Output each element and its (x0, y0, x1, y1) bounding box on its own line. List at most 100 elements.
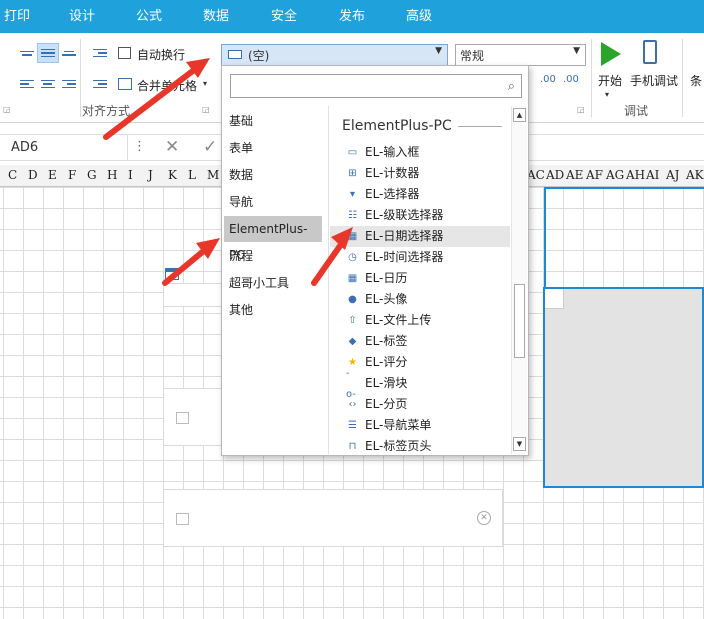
number-format-select[interactable]: 常规 ▼ (455, 44, 586, 66)
section-title: ElementPlus-PC (342, 118, 452, 134)
control-item[interactable]: ⇧ EL-文件上传 (330, 310, 510, 331)
scroll-down-icon[interactable]: ▼ (513, 437, 526, 451)
decimal-increase-icon[interactable]: .00 (563, 74, 579, 85)
category-form[interactable]: 表单 (224, 135, 322, 161)
control-item[interactable]: ▭ EL-输入框 (330, 142, 510, 163)
column-selection-marker (544, 187, 546, 287)
control-search-input[interactable]: ⌕ (230, 74, 522, 98)
menu-publish[interactable]: 发布 (335, 0, 369, 33)
control-item[interactable]: ⊓ EL-标签页头 (330, 436, 510, 456)
column-header[interactable]: AH (626, 168, 645, 182)
wrap-text-button[interactable]: 自动换行 (137, 46, 185, 63)
menu-formula[interactable]: 公式 (132, 0, 166, 33)
menu-data[interactable]: 数据 (199, 0, 233, 33)
column-header[interactable]: E (48, 168, 57, 182)
control-item-date-picker[interactable]: ▦ EL-日期选择器 (330, 226, 510, 247)
chevron-down-icon[interactable]: ▾ (203, 79, 207, 88)
clear-icon[interactable]: ✕ (477, 511, 491, 525)
pagination-icon: ‹› (348, 399, 357, 410)
column-header[interactable]: F (68, 168, 76, 182)
control-item-list: ▭ EL-输入框 ⊞ EL-计数器 ▾ EL-选择器 ☷ EL-级联选择器 ▦ EL-日期… (328, 142, 512, 456)
menu-print[interactable]: 打印 (0, 0, 34, 33)
menu-design[interactable]: 设计 (65, 0, 99, 33)
date-picker-control[interactable] (163, 388, 223, 446)
control-item-label: EL-日历 (365, 271, 408, 285)
align-center-button[interactable] (37, 74, 59, 94)
start-button[interactable]: 开始 (598, 72, 622, 89)
category-data[interactable]: 数据 (224, 162, 322, 188)
category-basic[interactable]: 基础 (224, 108, 322, 134)
placed-control[interactable] (163, 283, 223, 307)
align-middle-button[interactable] (37, 43, 59, 63)
category-tools[interactable]: 超哥小工具 (224, 270, 322, 296)
mobile-debug-button[interactable]: 手机调试 (630, 72, 678, 89)
control-item[interactable]: ▾ EL-选择器 (330, 184, 510, 205)
date-picker-control[interactable]: ✕ (163, 489, 503, 547)
confirm-icon[interactable]: ✓ (203, 137, 217, 157)
indent-decrease-icon[interactable] (89, 43, 111, 63)
control-item[interactable]: ◆ EL-标签 (330, 331, 510, 352)
column-header[interactable]: AJ (666, 168, 679, 182)
control-item[interactable]: ⊞ EL-计数器 (330, 163, 510, 184)
scroll-up-icon[interactable]: ▲ (513, 108, 526, 122)
group-corner-icon[interactable]: ◲ (577, 105, 585, 114)
align-right-button[interactable] (58, 74, 80, 94)
column-header[interactable]: G (87, 168, 97, 182)
control-item-label: EL-输入框 (365, 145, 420, 159)
column-header[interactable]: K (168, 168, 177, 182)
control-item[interactable]: -o- EL-滑块 (330, 368, 510, 400)
active-cell[interactable] (545, 289, 564, 309)
textbox-icon (228, 50, 242, 59)
column-header[interactable]: D (28, 168, 38, 182)
input-icon: ▭ (347, 147, 358, 158)
debug-group-label: 调试 (624, 104, 649, 118)
chevron-down-icon[interactable]: ▾ (605, 90, 609, 99)
column-header[interactable]: AC (527, 168, 545, 182)
control-item[interactable]: ● EL-头像 (330, 289, 510, 310)
control-item-label: EL-时间选择器 (365, 250, 444, 264)
align-top-button[interactable] (16, 43, 38, 63)
column-header[interactable]: AI (646, 168, 659, 182)
column-header[interactable]: J (148, 168, 153, 182)
control-type-select[interactable]: (空) ▼ (221, 44, 448, 66)
column-header[interactable]: C (8, 168, 17, 182)
control-item[interactable]: ▦ EL-日历 (330, 268, 510, 289)
column-header[interactable]: L (188, 168, 196, 182)
control-type-value: (空) (248, 49, 270, 63)
condition-button-cut[interactable]: 条 (690, 72, 702, 89)
control-item[interactable]: ☰ EL-导航菜单 (330, 415, 510, 436)
group-corner-icon[interactable]: ◲ (3, 105, 11, 114)
selected-range[interactable] (543, 287, 704, 488)
category-navigation[interactable]: 导航 (224, 189, 322, 215)
control-item-label: EL-日期选择器 (365, 229, 444, 243)
group-corner-icon[interactable]: ◲ (202, 105, 210, 114)
vertical-scrollbar[interactable]: ▲ ▼ (511, 106, 527, 454)
control-item-label: EL-级联选择器 (365, 208, 444, 222)
align-left-button[interactable] (16, 74, 38, 94)
column-header[interactable]: AE (566, 168, 583, 182)
spreadsheet-designer-window: 打印 设计 公式 数据 安全 发布 高级 自动换行 合并单元格 ▾ 对齐方式 ◲… (0, 0, 704, 619)
scroll-thumb[interactable] (514, 284, 525, 358)
merge-cells-button[interactable]: 合并单元格 (137, 77, 200, 94)
cancel-icon[interactable]: ✕ (165, 137, 179, 157)
column-header[interactable]: AF (586, 168, 603, 182)
column-header[interactable]: AD (546, 168, 564, 182)
category-other[interactable]: 其他 (224, 297, 322, 323)
more-options-icon[interactable]: ⋮ (133, 139, 146, 154)
align-bottom-button[interactable] (58, 43, 80, 63)
column-header[interactable]: AK (686, 168, 704, 182)
column-header[interactable]: AG (606, 168, 624, 182)
decimal-decrease-icon[interactable]: .00 (540, 74, 556, 85)
menu-security[interactable]: 安全 (267, 0, 301, 33)
column-header[interactable]: I (128, 168, 133, 182)
menu-advanced[interactable]: 高级 (402, 0, 436, 33)
column-header[interactable]: H (107, 168, 117, 182)
name-box[interactable]: AD6 (0, 135, 128, 161)
control-item[interactable]: ‹› EL-分页 (330, 394, 510, 415)
control-item[interactable]: ◷ EL-时间选择器 (330, 247, 510, 268)
category-elementplus-pc[interactable]: ElementPlus-PC (224, 216, 322, 262)
category-flow[interactable]: 流程 (224, 243, 322, 269)
indent-increase-icon[interactable] (89, 74, 111, 94)
column-header[interactable]: M (207, 168, 219, 182)
control-item[interactable]: ☷ EL-级联选择器 (330, 205, 510, 226)
